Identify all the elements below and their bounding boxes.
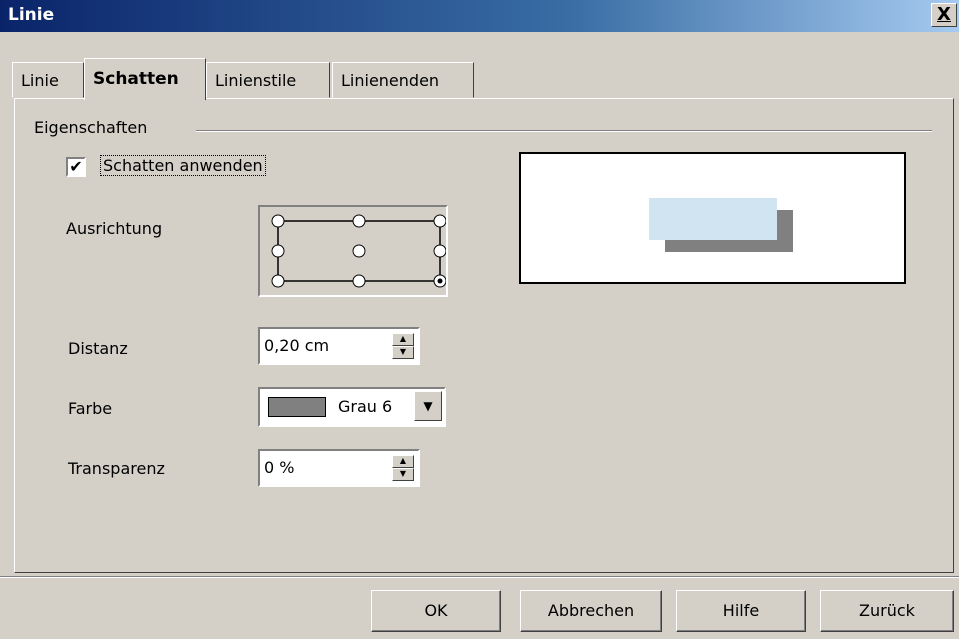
- alignment-radio-center[interactable]: [352, 244, 366, 258]
- group-separator: [196, 130, 932, 132]
- title-bar: Linie X: [0, 0, 959, 32]
- distance-up-button[interactable]: ▲: [392, 333, 414, 346]
- distance-field[interactable]: 0,20 cm ▲ ▼: [258, 327, 420, 365]
- distance-value: 0,20 cm: [264, 336, 330, 355]
- transparency-value: 0 %: [264, 458, 295, 477]
- alignment-radio-top-center[interactable]: [352, 214, 366, 228]
- color-label: Farbe: [68, 399, 113, 418]
- tab-linienenden[interactable]: Linienenden: [332, 62, 474, 98]
- distance-label: Distanz: [68, 339, 128, 358]
- transparency-field[interactable]: 0 % ▲ ▼: [258, 449, 420, 487]
- alignment-radio-top-left[interactable]: [271, 214, 285, 228]
- color-select[interactable]: Grau 6 ▼: [258, 387, 446, 427]
- alignment-radio-bottom-right[interactable]: [433, 274, 446, 288]
- color-value: Grau 6: [338, 397, 393, 416]
- alignment-radio-middle-left[interactable]: [271, 244, 285, 258]
- alignment-radio-bottom-center[interactable]: [352, 274, 366, 288]
- transparency-label: Transparenz: [68, 459, 165, 478]
- color-swatch: [268, 397, 326, 417]
- alignment-label: Ausrichtung: [66, 219, 163, 238]
- transparency-down-button[interactable]: ▼: [392, 468, 414, 481]
- help-button[interactable]: Hilfe: [676, 590, 806, 632]
- apply-shadow-checkbox[interactable]: ✔: [66, 157, 86, 177]
- tab-schatten[interactable]: Schatten: [84, 58, 206, 100]
- apply-shadow-label[interactable]: Schatten anwenden: [100, 155, 266, 176]
- ok-button[interactable]: OK: [371, 590, 501, 632]
- transparency-up-button[interactable]: ▲: [392, 455, 414, 468]
- shadow-preview: [519, 152, 906, 284]
- alignment-radio-bottom-left[interactable]: [271, 274, 285, 288]
- window-title: Linie: [8, 5, 55, 25]
- alignment-selector[interactable]: [258, 205, 448, 297]
- tab-linie[interactable]: Linie: [12, 62, 84, 98]
- back-button[interactable]: Zurück: [820, 590, 954, 632]
- group-label-properties: Eigenschaften: [34, 118, 148, 137]
- close-button[interactable]: X: [931, 3, 957, 27]
- cancel-button[interactable]: Abbrechen: [520, 590, 662, 632]
- preview-object: [649, 198, 777, 240]
- alignment-radio-middle-right[interactable]: [433, 244, 446, 258]
- alignment-grid: [271, 214, 446, 288]
- distance-down-button[interactable]: ▼: [392, 346, 414, 359]
- button-separator: [0, 576, 959, 578]
- chevron-down-icon[interactable]: ▼: [414, 391, 442, 421]
- alignment-radio-top-right[interactable]: [433, 214, 446, 228]
- tab-linienstile[interactable]: Linienstile: [206, 62, 330, 98]
